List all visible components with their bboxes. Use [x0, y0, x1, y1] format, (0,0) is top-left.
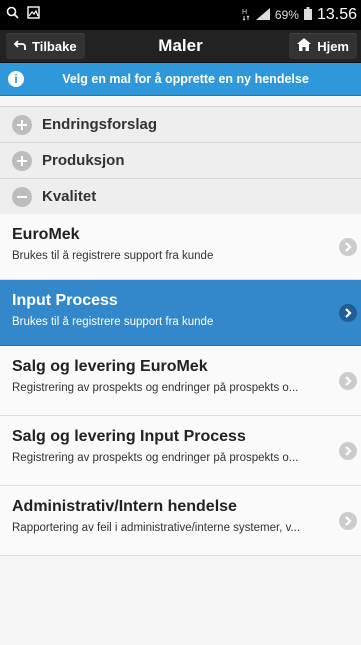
info-text: Velg en mal for å opprette en ny hendels… [62, 72, 309, 86]
header-bar: Tilbake Maler Hjem [0, 30, 361, 63]
image-notification-icon [27, 6, 40, 24]
group-label: Endringsforslag [42, 116, 158, 133]
home-button[interactable]: Hjem [289, 33, 357, 59]
status-bar: H 69% 13.56 [0, 0, 361, 30]
info-icon: i [8, 71, 24, 87]
back-label: Tilbake [32, 38, 77, 54]
group-label: Produksjon [42, 152, 125, 169]
page-title: Maler [158, 36, 203, 55]
item-title: EuroMek [12, 226, 80, 243]
clock: 13.56 [316, 6, 357, 23]
item-subtitle: Brukes til å registrere support fra kund… [12, 316, 214, 328]
network-h-icon: H [241, 7, 251, 24]
plus-icon [12, 150, 32, 171]
svg-text:H: H [242, 9, 247, 16]
home-label: Hjem [317, 38, 349, 54]
item-subtitle: Brukes til å registrere support fra kund… [12, 250, 214, 262]
group-kvalitet[interactable]: Kvalitet [0, 178, 361, 214]
list-item-salg-input-process[interactable]: Salg og levering Input Process Registrer… [0, 416, 361, 486]
list-item-salg-euromek[interactable]: Salg og levering EuroMek Registrering av… [0, 346, 361, 416]
minus-icon [12, 186, 32, 207]
list-item-administrativ[interactable]: Administrativ/Intern hendelse Rapporteri… [0, 486, 361, 556]
plus-icon [12, 114, 32, 135]
back-button[interactable]: Tilbake [6, 33, 85, 59]
chevron-right-icon [339, 441, 357, 460]
spacer [0, 96, 361, 106]
item-subtitle: Registrering av prospekts og endringer p… [12, 452, 299, 464]
group-endringsforslag[interactable]: Endringsforslag [0, 106, 361, 142]
list-item-euromek[interactable]: EuroMek Brukes til å registrere support … [0, 214, 361, 280]
chevron-right-icon [339, 371, 357, 390]
home-icon [297, 38, 312, 54]
item-subtitle: Registrering av prospekts og endringer p… [12, 382, 299, 394]
list-item-input-process[interactable]: Input Process Brukes til å registrere su… [0, 280, 361, 346]
item-title: Salg og levering EuroMek [12, 358, 208, 375]
group-produksjon[interactable]: Produksjon [0, 142, 361, 178]
battery-icon [303, 7, 312, 23]
back-arrow-icon [13, 39, 26, 54]
item-title: Input Process [12, 292, 118, 309]
chevron-right-icon [339, 303, 357, 322]
chevron-right-icon [339, 511, 357, 530]
item-title: Salg og levering Input Process [12, 428, 246, 445]
chevron-right-icon [339, 237, 357, 256]
item-subtitle: Rapportering av feil i administrative/in… [12, 522, 301, 534]
item-title: Administrativ/Intern hendelse [12, 498, 237, 515]
search-icon [6, 6, 19, 24]
group-label: Kvalitet [42, 188, 97, 205]
battery-percent: 69% [274, 8, 299, 22]
signal-icon [255, 7, 270, 23]
info-banner: i Velg en mal for å opprette en ny hende… [0, 63, 361, 96]
